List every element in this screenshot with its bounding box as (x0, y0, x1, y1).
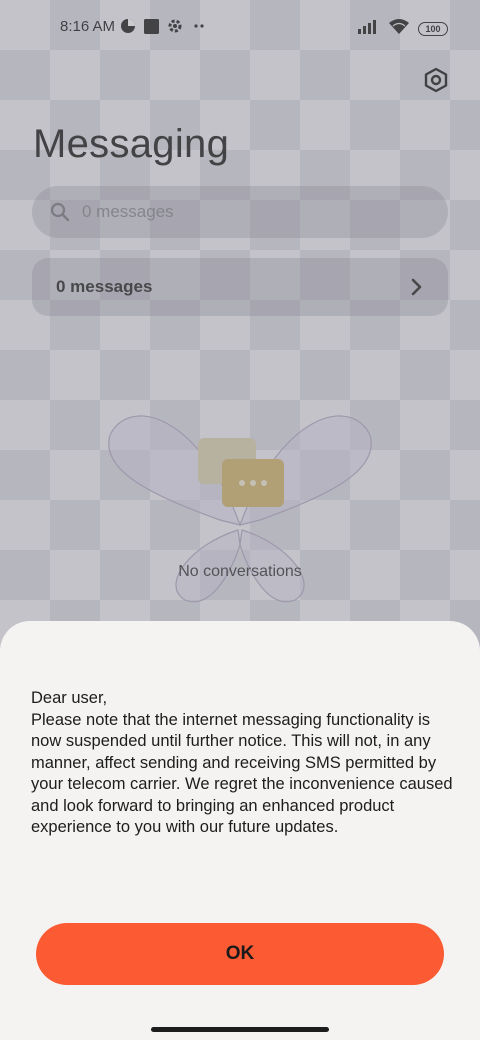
home-indicator[interactable] (151, 1027, 329, 1032)
ok-button[interactable]: OK (36, 923, 444, 985)
notice-body: Please note that the internet messaging … (31, 710, 453, 837)
notice-greeting: Dear user, (31, 689, 108, 707)
notice-message: Dear user, Please note that the internet… (31, 688, 461, 839)
messaging-screen: 8:16 AM 100 Messaging 0 messages 0 messa… (0, 0, 480, 1040)
